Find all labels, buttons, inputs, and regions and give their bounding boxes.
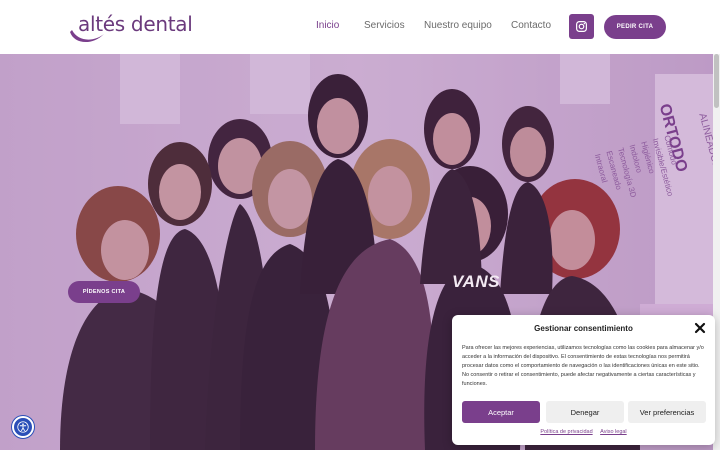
- nav-item-contacto[interactable]: Contacto: [511, 20, 551, 31]
- page: altés dental Inicio Servicios Nuestro eq…: [0, 0, 720, 450]
- nav-item-servicios[interactable]: Servicios: [364, 20, 405, 31]
- deny-button[interactable]: Denegar: [546, 401, 624, 423]
- nav-item-nuestro-equipo[interactable]: Nuestro equipo: [424, 20, 492, 31]
- privacy-policy-link[interactable]: Política de privacidad: [540, 429, 592, 435]
- legal-notice-link[interactable]: Aviso legal: [600, 429, 627, 435]
- pedir-cita-button[interactable]: PEDIR CITA: [604, 15, 666, 39]
- cookie-links: Política de privacidad Aviso legal: [452, 429, 715, 435]
- shirt-logo: VANS: [452, 272, 500, 291]
- cookie-body: Para ofrecer las mejores experiencias, u…: [462, 345, 704, 387]
- nav-item-inicio[interactable]: Inicio: [316, 20, 339, 31]
- instagram-button[interactable]: [569, 14, 594, 39]
- cookie-consent-modal: Gestionar consentimiento Para ofrecer la…: [452, 315, 715, 445]
- preferences-button[interactable]: Ver preferencias: [628, 401, 706, 423]
- scrollbar-thumb[interactable]: [714, 54, 719, 108]
- site-header: altés dental Inicio Servicios Nuestro eq…: [0, 0, 720, 54]
- accept-button[interactable]: Aceptar: [462, 401, 540, 423]
- accessibility-button[interactable]: [12, 416, 34, 438]
- close-icon[interactable]: [694, 322, 706, 334]
- pidenos-cita-button[interactable]: PÍDENOS CITA: [68, 281, 140, 303]
- instagram-icon: [576, 21, 587, 32]
- cookie-title: Gestionar consentimiento: [534, 324, 633, 333]
- accessibility-icon: [17, 421, 29, 433]
